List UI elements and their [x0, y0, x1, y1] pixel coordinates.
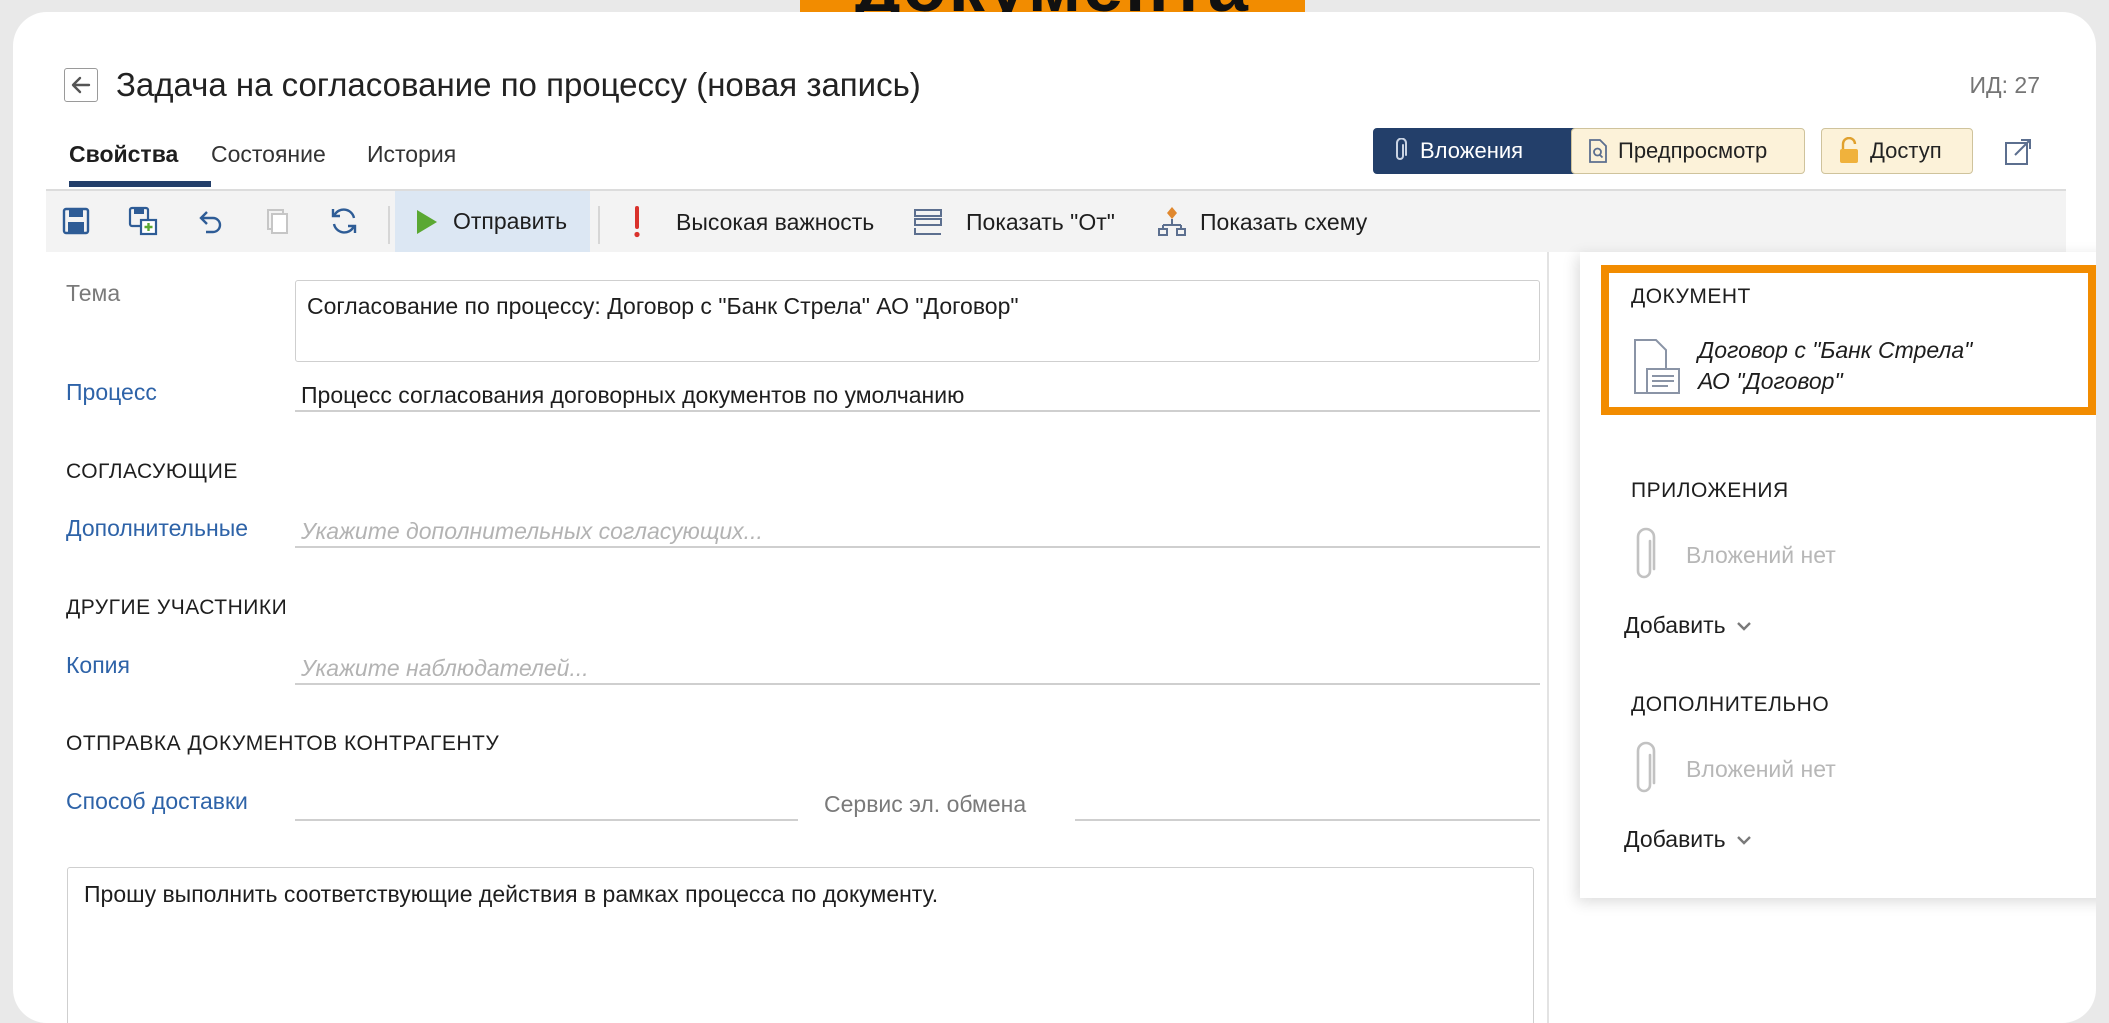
record-id: ИД: 27 — [1969, 72, 2040, 98]
attachments-button[interactable]: Вложения — [1373, 128, 1591, 174]
tab-history[interactable]: История — [367, 141, 456, 168]
appendices-section-title: ПРИЛОЖЕНИЯ — [1631, 479, 1789, 502]
additional-add-button[interactable]: Добавить — [1624, 826, 1752, 853]
document-title-line2[interactable]: АО "Договор" — [1698, 366, 1843, 397]
document-section-title: ДОКУМЕНТ — [1631, 285, 1751, 308]
attachments-label: Вложения — [1420, 138, 1524, 163]
exchange-service-underline — [1075, 819, 1540, 821]
paperclip-icon — [1636, 527, 1656, 579]
play-icon — [417, 209, 437, 234]
open-external-icon[interactable] — [2003, 137, 2033, 167]
document-title-line1[interactable]: Договор с "Банк Стрела" — [1698, 335, 1972, 366]
back-button[interactable] — [64, 68, 98, 102]
additional-approvers-label[interactable]: Дополнительные — [66, 515, 248, 542]
appendices-add-label: Добавить — [1624, 612, 1726, 638]
access-label: Доступ — [1870, 138, 1942, 163]
send-button[interactable]: Отправить — [395, 191, 590, 252]
document-search-icon — [1589, 139, 1607, 163]
process-label[interactable]: Процесс — [66, 379, 157, 406]
delivery-method-underline — [295, 819, 798, 821]
unlock-icon — [1840, 137, 1858, 163]
document-icon[interactable] — [1632, 337, 1682, 397]
preview-button[interactable]: Предпросмотр — [1571, 128, 1805, 174]
theme-input[interactable]: Согласование по процессу: Договор с "Бан… — [295, 280, 1540, 362]
additional-approvers-underline — [295, 546, 1540, 548]
process-underline — [295, 410, 1540, 412]
refresh-icon[interactable] — [326, 203, 362, 239]
show-scheme-button[interactable]: Показать схему — [1200, 205, 1367, 239]
additional-section-title: ДОПОЛНИТЕЛЬНО — [1631, 693, 1830, 716]
chevron-down-icon — [1736, 835, 1751, 845]
high-importance-button[interactable]: Высокая важность — [676, 205, 874, 239]
exclamation-icon[interactable] — [630, 205, 644, 239]
participants-section-title: ДРУГИЕ УЧАСТНИКИ — [66, 596, 288, 619]
appendices-add-button[interactable]: Добавить — [1624, 612, 1752, 639]
scheme-icon[interactable] — [1157, 205, 1187, 237]
additional-add-label: Добавить — [1624, 826, 1726, 852]
tab-properties[interactable]: Свойства — [69, 141, 178, 168]
paperclip-icon — [1396, 138, 1407, 160]
save-and-copy-icon[interactable] — [125, 203, 161, 239]
undo-icon[interactable] — [192, 203, 228, 239]
show-from-button[interactable]: Показать "От" — [966, 205, 1115, 239]
copy-label[interactable]: Копия — [66, 652, 130, 679]
column-divider — [1547, 252, 1549, 1023]
approvers-section-title: СОГЛАСУЮЩИЕ — [66, 460, 238, 483]
paperclip-icon — [1636, 741, 1656, 793]
observers-input[interactable]: Укажите наблюдателей... — [301, 655, 589, 682]
list-from-icon[interactable] — [913, 207, 943, 237]
additional-approvers-input[interactable]: Укажите дополнительных согласующих... — [301, 518, 763, 545]
task-card: Задача на согласование по процессу (нова… — [13, 12, 2096, 1023]
process-value[interactable]: Процесс согласования договорных документ… — [301, 382, 964, 409]
arrow-left-icon — [71, 76, 91, 94]
save-icon[interactable] — [58, 203, 94, 239]
preview-label: Предпросмотр — [1618, 138, 1768, 163]
additional-empty-text: Вложений нет — [1686, 756, 1836, 782]
exchange-service-label: Сервис эл. обмена — [824, 791, 1027, 817]
send-label: Отправить — [453, 208, 568, 234]
comment-textarea[interactable]: Прошу выполнить соответствующие действия… — [67, 867, 1534, 1023]
toolbar-separator — [388, 206, 390, 244]
tab-state[interactable]: Состояние — [211, 141, 326, 168]
toolbar-separator — [598, 206, 600, 244]
active-tab-indicator — [69, 181, 211, 187]
observers-underline — [295, 683, 1540, 685]
copy-icon[interactable] — [259, 203, 295, 239]
delivery-method-label[interactable]: Способ доставки — [66, 788, 248, 815]
appendices-empty-text: Вложений нет — [1686, 542, 1836, 568]
counterparty-section-title: ОТПРАВКА ДОКУМЕНТОВ КОНТРАГЕНТУ — [66, 732, 500, 755]
chevron-down-icon — [1736, 621, 1751, 631]
access-button[interactable]: Доступ — [1821, 128, 1973, 174]
page-title: Задача на согласование по процессу (нова… — [116, 66, 921, 103]
theme-label: Тема — [66, 280, 121, 306]
